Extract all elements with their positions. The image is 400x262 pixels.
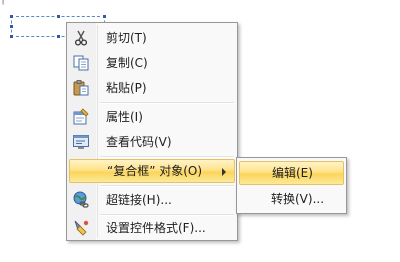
menu-item-label: 超链接(H)... xyxy=(106,193,172,207)
submenu-arrow-icon xyxy=(222,168,226,176)
format-control-icon xyxy=(74,220,89,236)
submenu-item-label: 转换(V)... xyxy=(271,192,325,206)
properties-icon xyxy=(73,108,89,125)
excel-sheet-area: ┐ 剪切(T) 复制(C) xyxy=(0,0,400,262)
paste-icon xyxy=(73,80,89,96)
menu-item-label: 属性(I) xyxy=(106,110,143,124)
view-code-icon xyxy=(73,135,89,149)
menu-separator xyxy=(100,156,234,158)
menu-item-properties[interactable]: 属性(I) xyxy=(69,105,235,129)
context-menu: 剪切(T) 复制(C) 粘贴(P) 属性(I) 查看代码(V) “复合框” 对象… xyxy=(66,22,238,241)
resize-handle-left[interactable] xyxy=(9,24,14,29)
resize-handle-bottom-left[interactable] xyxy=(9,34,14,39)
menu-item-label: 粘贴(P) xyxy=(106,81,147,95)
menu-item-label: 剪切(T) xyxy=(106,31,147,45)
menu-item-copy[interactable]: 复制(C) xyxy=(69,51,235,75)
menu-separator xyxy=(100,185,234,187)
combo-box-object-submenu: 编辑(E) 转换(V)... xyxy=(236,157,347,214)
scissors-icon xyxy=(74,30,88,46)
menu-item-label: “复合框” 对象(O) xyxy=(107,164,203,178)
resize-handle-top[interactable] xyxy=(56,14,61,19)
submenu-item-edit[interactable]: 编辑(E) xyxy=(239,161,344,185)
hyperlink-icon xyxy=(73,191,89,208)
submenu-item-label: 编辑(E) xyxy=(272,166,313,180)
menu-item-combo-box-object[interactable]: “复合框” 对象(O) xyxy=(69,159,235,183)
resize-handle-top-left[interactable] xyxy=(9,14,14,19)
menu-item-label: 设置控件格式(F)... xyxy=(106,221,206,235)
menu-item-format-control[interactable]: 设置控件格式(F)... xyxy=(69,216,235,240)
menu-item-cut[interactable]: 剪切(T) xyxy=(69,26,235,50)
menu-item-paste[interactable]: 粘贴(P) xyxy=(69,76,235,100)
menu-item-view-code[interactable]: 查看代码(V) xyxy=(69,130,235,154)
resize-handle-bottom[interactable] xyxy=(56,34,61,39)
copy-icon xyxy=(73,55,89,71)
menu-item-label: 查看代码(V) xyxy=(106,135,172,149)
menu-item-label: 复制(C) xyxy=(106,56,148,70)
corner-mark: ┐ xyxy=(0,0,6,5)
menu-item-hyperlink[interactable]: 超链接(H)... xyxy=(69,188,235,212)
submenu-item-convert[interactable]: 转换(V)... xyxy=(239,187,344,211)
resize-handle-top-right[interactable] xyxy=(102,14,107,19)
menu-separator xyxy=(100,102,234,104)
